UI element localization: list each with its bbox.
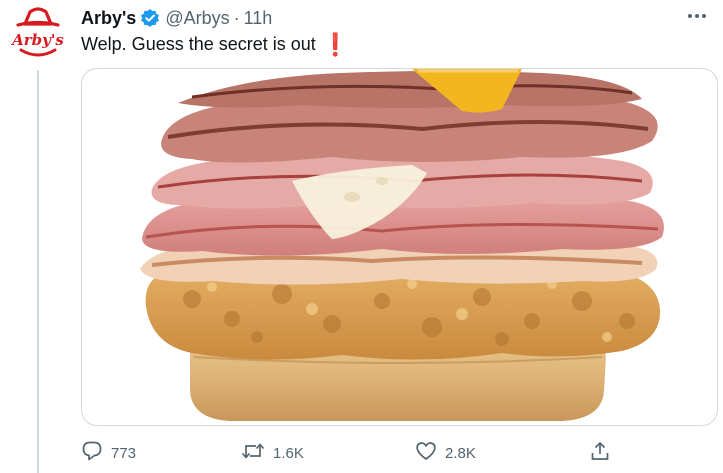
retweet-icon: [241, 440, 265, 466]
arbys-logo-icon: Arby's: [10, 7, 64, 57]
more-options-icon[interactable]: [685, 6, 709, 26]
tweet[interactable]: Arby's Arby's @Arbys · 11h Welp. Guess t…: [0, 0, 723, 473]
display-name[interactable]: Arby's: [81, 8, 136, 29]
tweet-text: Welp. Guess the secret is out ❗: [81, 31, 350, 57]
timestamp[interactable]: 11h: [244, 8, 273, 29]
reply-icon: [81, 440, 103, 466]
exclamation-emoji: ❗: [321, 31, 350, 57]
tweet-media-image[interactable]: [81, 68, 718, 426]
handle[interactable]: @Arbys: [165, 8, 229, 29]
retweet-count: 1.6K: [273, 444, 304, 462]
like-button[interactable]: 2.8K: [415, 438, 476, 468]
sandwich-photo: [140, 69, 664, 421]
share-button[interactable]: [589, 438, 611, 468]
tweet-header: Arby's @Arbys · 11h: [81, 6, 272, 30]
reply-button[interactable]: 773: [81, 438, 136, 468]
share-icon: [589, 440, 611, 466]
thread-line: [37, 70, 39, 473]
avatar[interactable]: Arby's: [8, 6, 68, 66]
verified-badge-icon: [140, 8, 160, 28]
time-separator: ·: [233, 7, 240, 28]
retweet-button[interactable]: 1.6K: [241, 438, 304, 468]
avatar-brand-text: Arby's: [10, 31, 64, 49]
reply-count: 773: [111, 444, 137, 462]
heart-icon: [415, 440, 437, 466]
tweet-actions: 773 1.6K 2.8K: [81, 438, 641, 468]
tweet-text-body: Welp. Guess the secret is out: [81, 34, 316, 54]
like-count: 2.8K: [445, 444, 476, 462]
